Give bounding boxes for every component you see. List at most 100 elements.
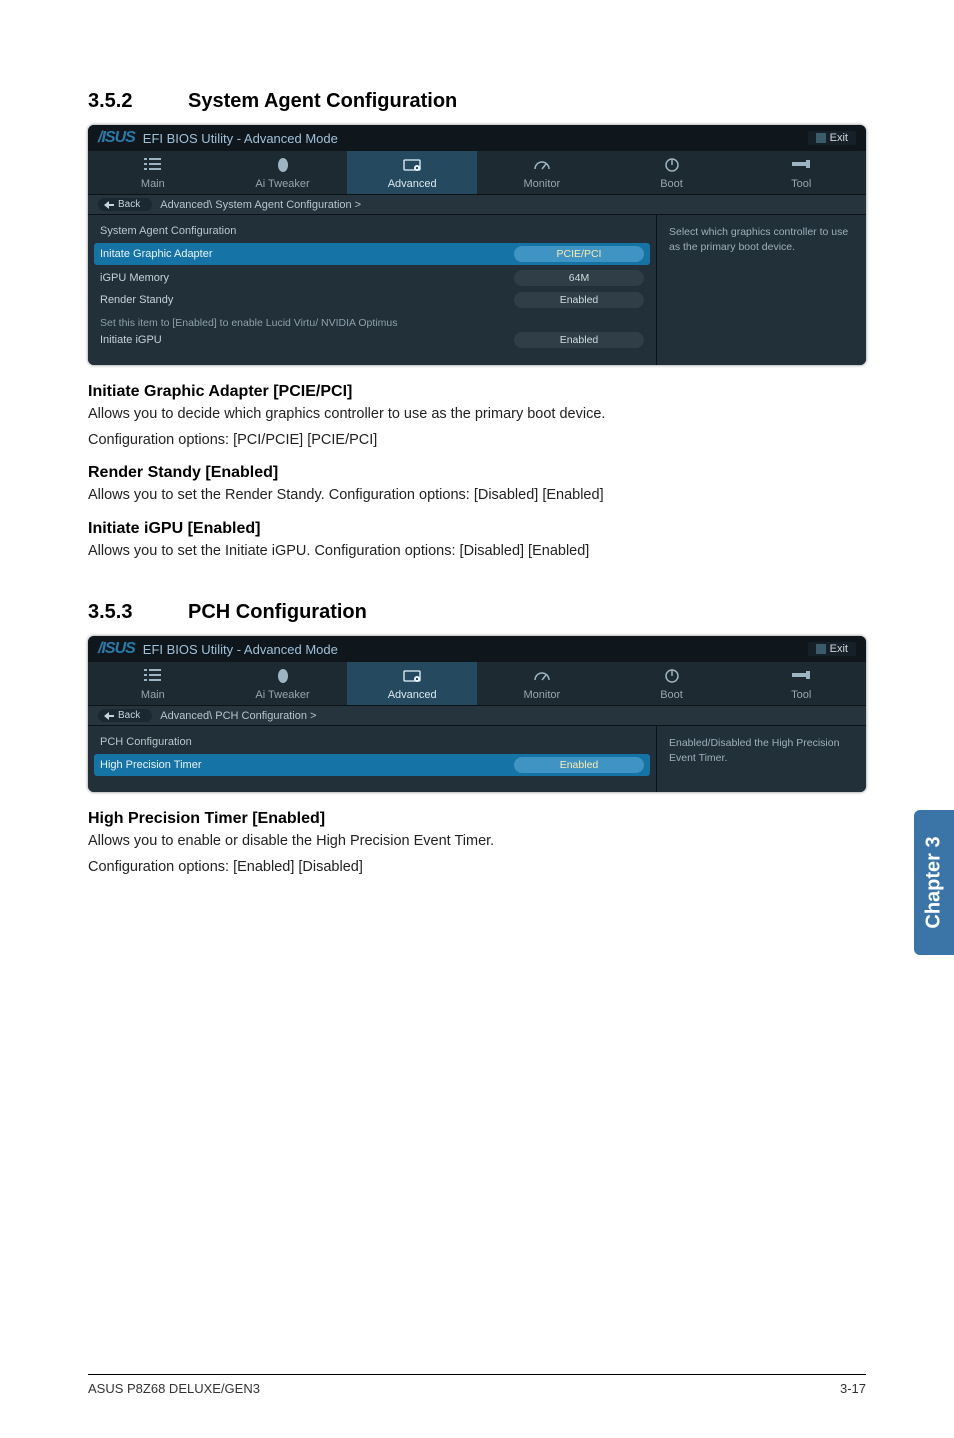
config-value[interactable]: Enabled [514,332,644,348]
bios-tab-row: Main Ai Tweaker Advanced Monitor Boot To… [88,662,866,706]
asus-logo: ISUS [98,640,135,658]
config-row-high-precision-timer[interactable]: High Precision Timer Enabled [94,754,650,776]
gauge-icon [477,668,607,686]
tab-ai-tweaker[interactable]: Ai Tweaker [218,662,348,705]
back-button[interactable]: Back [98,709,152,722]
tab-tool[interactable]: Tool [736,662,866,705]
tab-monitor[interactable]: Monitor [477,151,607,194]
exit-icon [816,644,826,654]
bios-header: ISUS EFI BIOS Utility - Advanced Mode Ex… [88,636,866,662]
power-icon [607,157,737,175]
tab-boot[interactable]: Boot [607,151,737,194]
page-footer: ASUS P8Z68 DELUXE/GEN3 3-17 [88,1374,866,1396]
gauge-icon [477,157,607,175]
section-number: 3.5.2 [88,90,188,113]
config-row-graphic-adapter[interactable]: Initate Graphic Adapter PCIE/PCI [94,243,650,265]
item-text: Configuration options: [Enabled] [Disabl… [88,858,866,878]
tab-label: Boot [660,689,683,701]
bios-help-panel: Enabled/Disabled the High Precision Even… [656,726,866,792]
tab-main[interactable]: Main [88,662,218,705]
chapter-label: Chapter 3 [923,836,946,928]
help-text: Select which graphics controller to use … [669,226,848,253]
bios-config-panel: System Agent Configuration Initate Graph… [88,215,656,365]
exit-button[interactable]: Exit [808,131,856,145]
chapter-tab: Chapter 3 [914,810,954,955]
tab-label: Tool [791,689,811,701]
asus-logo: ISUS [98,129,135,147]
item-heading: Initiate Graphic Adapter [PCIE/PCI] [88,383,866,401]
section-heading: 3.5.2System Agent Configuration [88,90,866,113]
tab-label: Main [141,178,165,190]
tab-label: Tool [791,178,811,190]
footer-right: 3-17 [840,1381,866,1396]
config-label: Initiate iGPU [100,334,504,346]
tab-tool[interactable]: Tool [736,151,866,194]
bios-config-panel: PCH Configuration High Precision Timer E… [88,726,656,792]
power-icon [607,668,737,686]
breadcrumb: Advanced\ System Agent Configuration > [160,199,361,211]
chip-icon [347,157,477,175]
breadcrumb: Advanced\ PCH Configuration > [160,710,316,722]
bios-help-panel: Select which graphics controller to use … [656,215,866,365]
list-icon [88,668,218,686]
config-label: iGPU Memory [100,272,504,284]
item-heading: Render Standy [Enabled] [88,464,866,482]
config-value[interactable]: 64M [514,270,644,286]
config-label: Render Standy [100,294,504,306]
back-label: Back [118,710,140,721]
tab-boot[interactable]: Boot [607,662,737,705]
tab-label: Monitor [524,178,561,190]
config-value[interactable]: Enabled [514,292,644,308]
exit-label: Exit [830,132,848,144]
config-title: System Agent Configuration [100,225,644,237]
bios-tab-row: Main Ai Tweaker Advanced Monitor Boot To… [88,151,866,195]
config-value[interactable]: PCIE/PCI [514,246,644,262]
tool-icon [736,668,866,686]
tab-label: Main [141,689,165,701]
item-text: Configuration options: [PCI/PCIE] [PCIE/… [88,431,866,451]
exit-label: Exit [830,643,848,655]
config-value[interactable]: Enabled [514,757,644,773]
exit-icon [816,133,826,143]
config-label: Initate Graphic Adapter [100,248,504,260]
config-label: High Precision Timer [100,759,504,771]
section-title: System Agent Configuration [188,90,457,112]
bios-title: EFI BIOS Utility - Advanced Mode [143,642,338,657]
back-button[interactable]: Back [98,198,152,211]
section-title: PCH Configuration [188,601,367,623]
tab-monitor[interactable]: Monitor [477,662,607,705]
tab-advanced[interactable]: Advanced [347,662,477,705]
back-label: Back [118,199,140,210]
tab-label: Monitor [524,689,561,701]
item-heading: High Precision Timer [Enabled] [88,810,866,828]
section-number: 3.5.3 [88,601,188,624]
item-text: Allows you to set the Render Standy. Con… [88,486,866,506]
item-text: Allows you to set the Initiate iGPU. Con… [88,542,866,562]
mouse-icon [218,668,348,686]
chip-icon [347,668,477,686]
tab-label: Advanced [388,178,437,190]
config-row-igpu-memory[interactable]: iGPU Memory 64M [100,267,644,289]
tab-label: Boot [660,178,683,190]
tab-label: Advanced [388,689,437,701]
exit-button[interactable]: Exit [808,642,856,656]
tab-label: Ai Tweaker [255,689,309,701]
section-heading: 3.5.3PCH Configuration [88,601,866,624]
bios-title: EFI BIOS Utility - Advanced Mode [143,131,338,146]
footer-left: ASUS P8Z68 DELUXE/GEN3 [88,1381,260,1396]
tab-main[interactable]: Main [88,151,218,194]
tab-advanced[interactable]: Advanced [347,151,477,194]
item-text: Allows you to enable or disable the High… [88,832,866,852]
back-arrow-icon [104,712,114,720]
tab-ai-tweaker[interactable]: Ai Tweaker [218,151,348,194]
help-text: Enabled/Disabled the High Precision Even… [669,737,839,764]
config-title: PCH Configuration [100,736,644,748]
config-note: Set this item to [Enabled] to enable Luc… [100,317,644,329]
list-icon [88,157,218,175]
breadcrumb-row: Back Advanced\ System Agent Configuratio… [88,195,866,215]
mouse-icon [218,157,348,175]
config-row-render-standy[interactable]: Render Standy Enabled [100,289,644,311]
config-row-initiate-igpu[interactable]: Initiate iGPU Enabled [100,329,644,351]
back-arrow-icon [104,201,114,209]
bios-header: ISUS EFI BIOS Utility - Advanced Mode Ex… [88,125,866,151]
